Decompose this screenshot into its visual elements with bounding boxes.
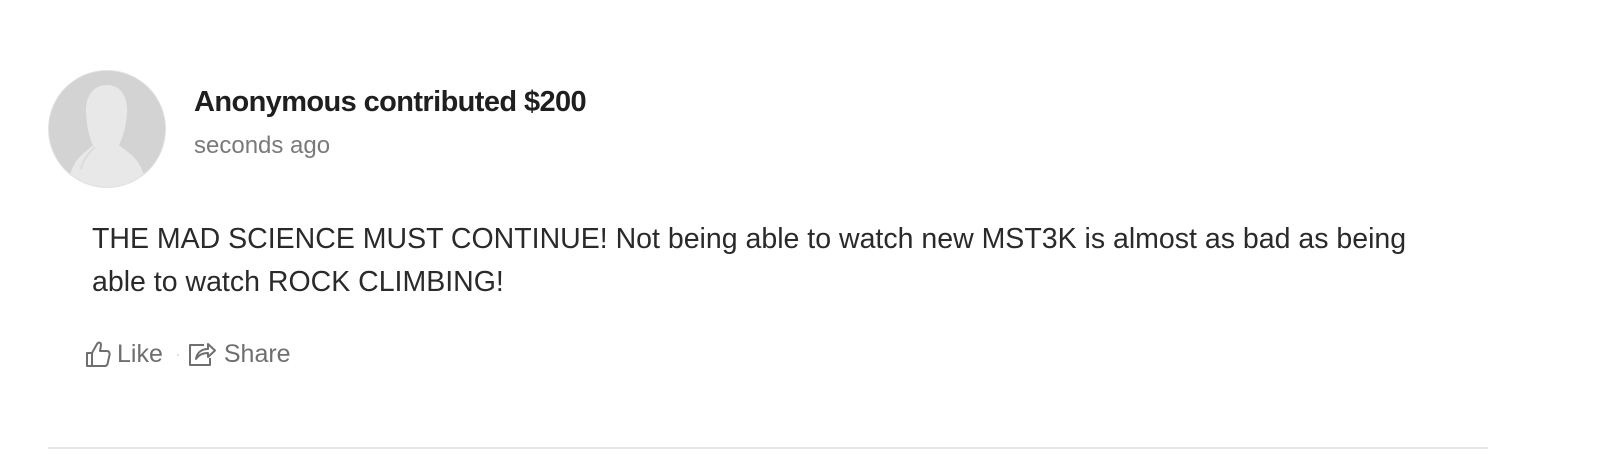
comment-actions: Like · Share <box>85 336 291 372</box>
thumbs-up-icon <box>85 340 111 368</box>
contribution-title: Anonymous contributed $200 <box>194 86 587 118</box>
share-arrow-icon <box>188 341 217 367</box>
like-button[interactable]: Like <box>85 340 163 369</box>
share-label: Share <box>223 339 291 368</box>
timestamp: seconds ago <box>194 132 331 159</box>
default-user-silhouette-icon <box>49 71 165 187</box>
like-label: Like <box>117 339 163 368</box>
divider <box>48 447 1488 449</box>
avatar <box>49 71 165 187</box>
comment-message: THE MAD SCIENCE MUST CONTINUE! Not being… <box>92 223 1407 298</box>
action-separator: · <box>175 347 180 361</box>
comment-card: Anonymous contributed $200 seconds ago T… <box>0 0 1612 474</box>
share-button[interactable]: Share <box>188 340 291 369</box>
